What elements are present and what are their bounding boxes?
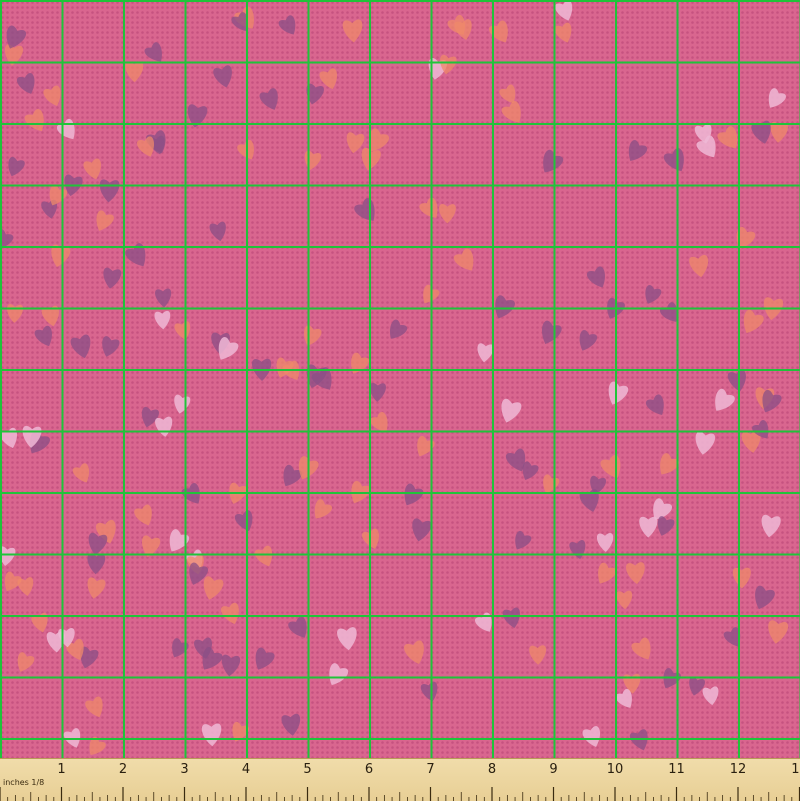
ruler-number: 13 bbox=[791, 762, 800, 777]
fabric-swatch bbox=[0, 0, 800, 758]
ruler-number: 8 bbox=[487, 762, 497, 777]
ruler-number: 1 bbox=[57, 762, 66, 777]
ruler-number: 7 bbox=[426, 762, 435, 777]
fabric-texture bbox=[0, 0, 800, 758]
ruler-number: 11 bbox=[668, 762, 685, 777]
ruler-number: 3 bbox=[180, 762, 189, 777]
ruler-number: 12 bbox=[729, 762, 747, 777]
ruler-number: 5 bbox=[303, 762, 312, 777]
measuring-ruler: inches 1/8 12345678910111213 bbox=[0, 758, 800, 801]
ruler-unit-label: inches 1/8 bbox=[3, 778, 45, 787]
ruler-number: 10 bbox=[606, 762, 624, 777]
fabric-pattern-svg bbox=[0, 0, 800, 758]
ruler-number: 6 bbox=[364, 762, 374, 777]
ruler-number: 9 bbox=[549, 762, 558, 777]
ruler-number: 4 bbox=[241, 762, 251, 777]
ruler-number: 2 bbox=[118, 762, 128, 777]
